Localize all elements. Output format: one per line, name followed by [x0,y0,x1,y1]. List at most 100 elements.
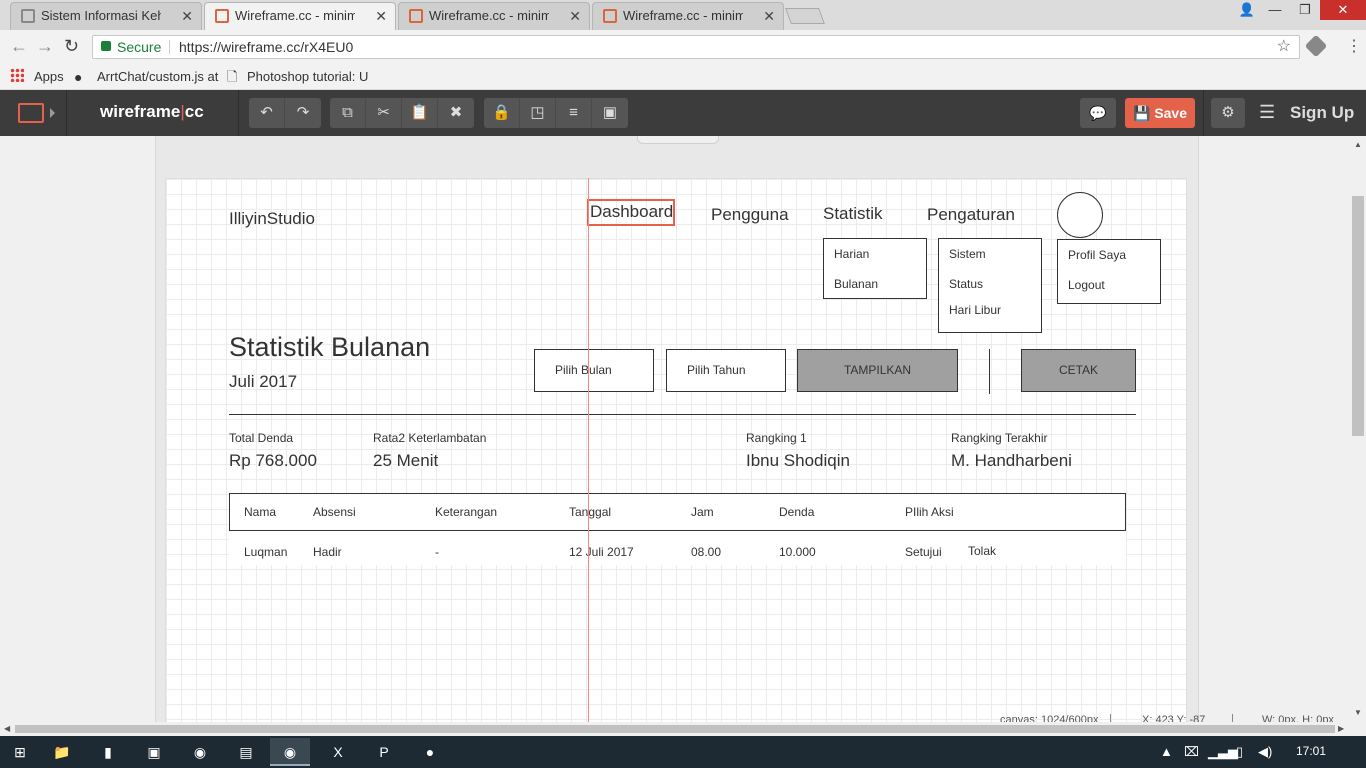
extension-icon[interactable] [1304,34,1328,58]
tab-wireframe-active[interactable]: Wireframe.cc - minimal w ✕ [204,2,396,30]
wf-nav-dashboard[interactable]: Dashboard [587,199,676,226]
network-icon[interactable]: ⌧ [1184,744,1199,760]
wf-stat-value: Ibnu Shodiqin [746,451,850,470]
wf-select-month[interactable]: Pilih Bulan [534,349,654,392]
scroll-right-icon[interactable]: ▶ [1338,724,1344,733]
horizontal-scroll-thumb[interactable] [15,725,1335,733]
menu-panel-icon[interactable] [18,103,44,123]
bookmark-arrtchat[interactable]: ArrtChat/custom.js at [97,68,218,86]
horizontal-scrollbar[interactable]: ◀ ▶ [0,722,1350,736]
os-taskbar: ⊞ 📁 ▮ ▣ ◉ ▤ ◉ X P ● ▲ ⌧ ▁▃▅ ▯ ◀) 17:01 [0,736,1366,768]
sign-up-link[interactable]: Sign Up [1290,103,1354,123]
vertical-scrollbar[interactable]: ▲ ▼ [1350,136,1366,722]
canvas-resize-handle[interactable] [637,136,719,144]
wf-th: Nama [244,505,277,519]
wf-td-nama: Luqman [244,545,288,559]
wf-period: Juli 2017 [229,372,298,391]
chrome-active-icon[interactable]: ◉ [270,738,310,766]
wf-menu-status[interactable]: Status [949,277,983,291]
wf-page-title: Statistik Bulanan [229,332,431,362]
powerpoint-icon[interactable]: P [364,738,404,766]
battery-icon[interactable]: ▯ [1236,744,1243,760]
window-close-button[interactable]: ✕ [1320,0,1366,20]
browser-menu-icon[interactable]: ⋮ [1346,36,1362,56]
wf-brand[interactable]: IlliyinStudio [229,209,315,229]
restore-button[interactable]: ❐ [1290,0,1320,20]
close-icon[interactable]: ✕ [375,3,387,29]
page-icon: 🗋 [227,69,238,84]
save-button[interactable]: 💾 Save [1125,98,1195,128]
comment-button[interactable]: 💬 [1080,98,1116,128]
wf-menu-bulanan[interactable]: Bulanan [834,277,878,291]
cut-button[interactable]: ✂ [366,98,402,128]
vertical-scroll-thumb[interactable] [1352,196,1364,436]
wf-print-button[interactable]: CETAK [1021,349,1136,392]
wf-approve-link[interactable]: Setujui [905,545,942,559]
user-icon[interactable]: 👤 [1232,0,1262,20]
undo-button[interactable]: ↶ [249,98,285,128]
hamburger-icon[interactable]: ☰ [1259,102,1275,123]
scroll-left-icon[interactable]: ◀ [4,724,10,733]
scroll-up-icon[interactable]: ▲ [1354,140,1362,149]
forward-icon[interactable]: → [36,36,54,56]
app-icon[interactable]: ● [410,738,450,766]
copy-button[interactable]: ⧉ [330,98,366,128]
wf-nav-pengguna[interactable]: Pengguna [711,205,789,225]
bookmark-star-icon[interactable]: ☆ [1277,36,1291,58]
align-button[interactable]: ≡ [556,98,592,128]
app-icon[interactable]: ▣ [134,738,174,766]
wf-menu-hari-libur[interactable]: Hari Libur [949,303,1001,317]
wf-menu-logout[interactable]: Logout [1068,278,1105,292]
excel-icon[interactable]: X [318,738,358,766]
wf-th: Keterangan [435,505,498,519]
delete-button[interactable]: ✖ [438,98,474,128]
volume-icon[interactable]: ◀) [1258,744,1272,760]
reload-icon[interactable]: ↻ [64,36,79,56]
bookmark-apps[interactable]: Apps [34,68,64,86]
wf-show-button[interactable]: TAMPILKAN [797,349,958,392]
minimize-button[interactable]: — [1260,0,1290,20]
editor-toolbar: wireframe|cc ↶ ↷ ⧉ ✂ 📋 ✖ 🔒 ◳ ≡ ▣ 💬 💾 Sav… [0,90,1366,136]
url-divider [169,40,170,54]
wireframe-canvas[interactable]: IlliyinStudio Dashboard Pengguna Statist… [165,178,1187,722]
app-icon[interactable]: ▤ [226,738,266,766]
close-icon[interactable]: ✕ [181,3,193,29]
wf-avatar[interactable] [1057,192,1103,238]
close-icon[interactable]: ✕ [569,3,581,29]
redo-button[interactable]: ↷ [285,98,321,128]
arrange-button[interactable]: ◳ [520,98,556,128]
save-icon: 💾 [1132,105,1151,121]
wf-th: Absensi [313,505,356,519]
paste-button[interactable]: 📋 [402,98,438,128]
wf-stat-value: M. Handharbeni [951,451,1072,470]
secure-label: Secure [117,39,162,55]
settings-button[interactable]: ⚙ [1211,98,1245,128]
scroll-down-icon[interactable]: ▼ [1354,708,1362,717]
signal-icon[interactable]: ▁▃▅ [1208,744,1238,760]
back-icon[interactable]: ← [10,36,28,56]
wf-select-year[interactable]: Pilih Tahun [666,349,786,392]
file-explorer-icon[interactable]: 📁 [42,738,82,766]
close-icon[interactable]: ✕ [763,3,775,29]
clock[interactable]: 17:01 [1296,744,1326,758]
tray-chevron-icon[interactable]: ▲ [1160,744,1173,759]
tab-wireframe-3[interactable]: Wireframe.cc - minimal w ✕ [592,2,784,30]
app-icon[interactable]: ▮ [88,738,128,766]
chrome-icon[interactable]: ◉ [180,738,220,766]
wf-menu-sistem[interactable]: Sistem [949,247,986,261]
start-icon[interactable]: ⊞ [0,738,40,766]
wf-menu-profil[interactable]: Profil Saya [1068,248,1126,262]
lock-button[interactable]: 🔒 [484,98,520,128]
tab-sistem-informasi[interactable]: Sistem Informasi Kehadir ✕ [10,2,202,30]
wf-nav-pengaturan[interactable]: Pengaturan [927,205,1015,225]
url-input[interactable]: Secure https://wireframe.cc/rX4EU0 ☆ [92,35,1300,59]
wf-menu-harian[interactable]: Harian [834,247,869,261]
wf-reject-link[interactable]: Tolak [968,544,996,558]
bookmark-photoshop[interactable]: Photoshop tutorial: U [247,68,368,86]
url-text: https://wireframe.cc/rX4EU0 [179,39,354,55]
new-tab-button[interactable] [785,8,825,24]
group-button[interactable]: ▣ [592,98,628,128]
tab-wireframe-2[interactable]: Wireframe.cc - minimal w ✕ [398,2,590,30]
tab-title: Wireframe.cc - minimal w [429,8,549,23]
wf-nav-statistik[interactable]: Statistik [823,204,883,224]
